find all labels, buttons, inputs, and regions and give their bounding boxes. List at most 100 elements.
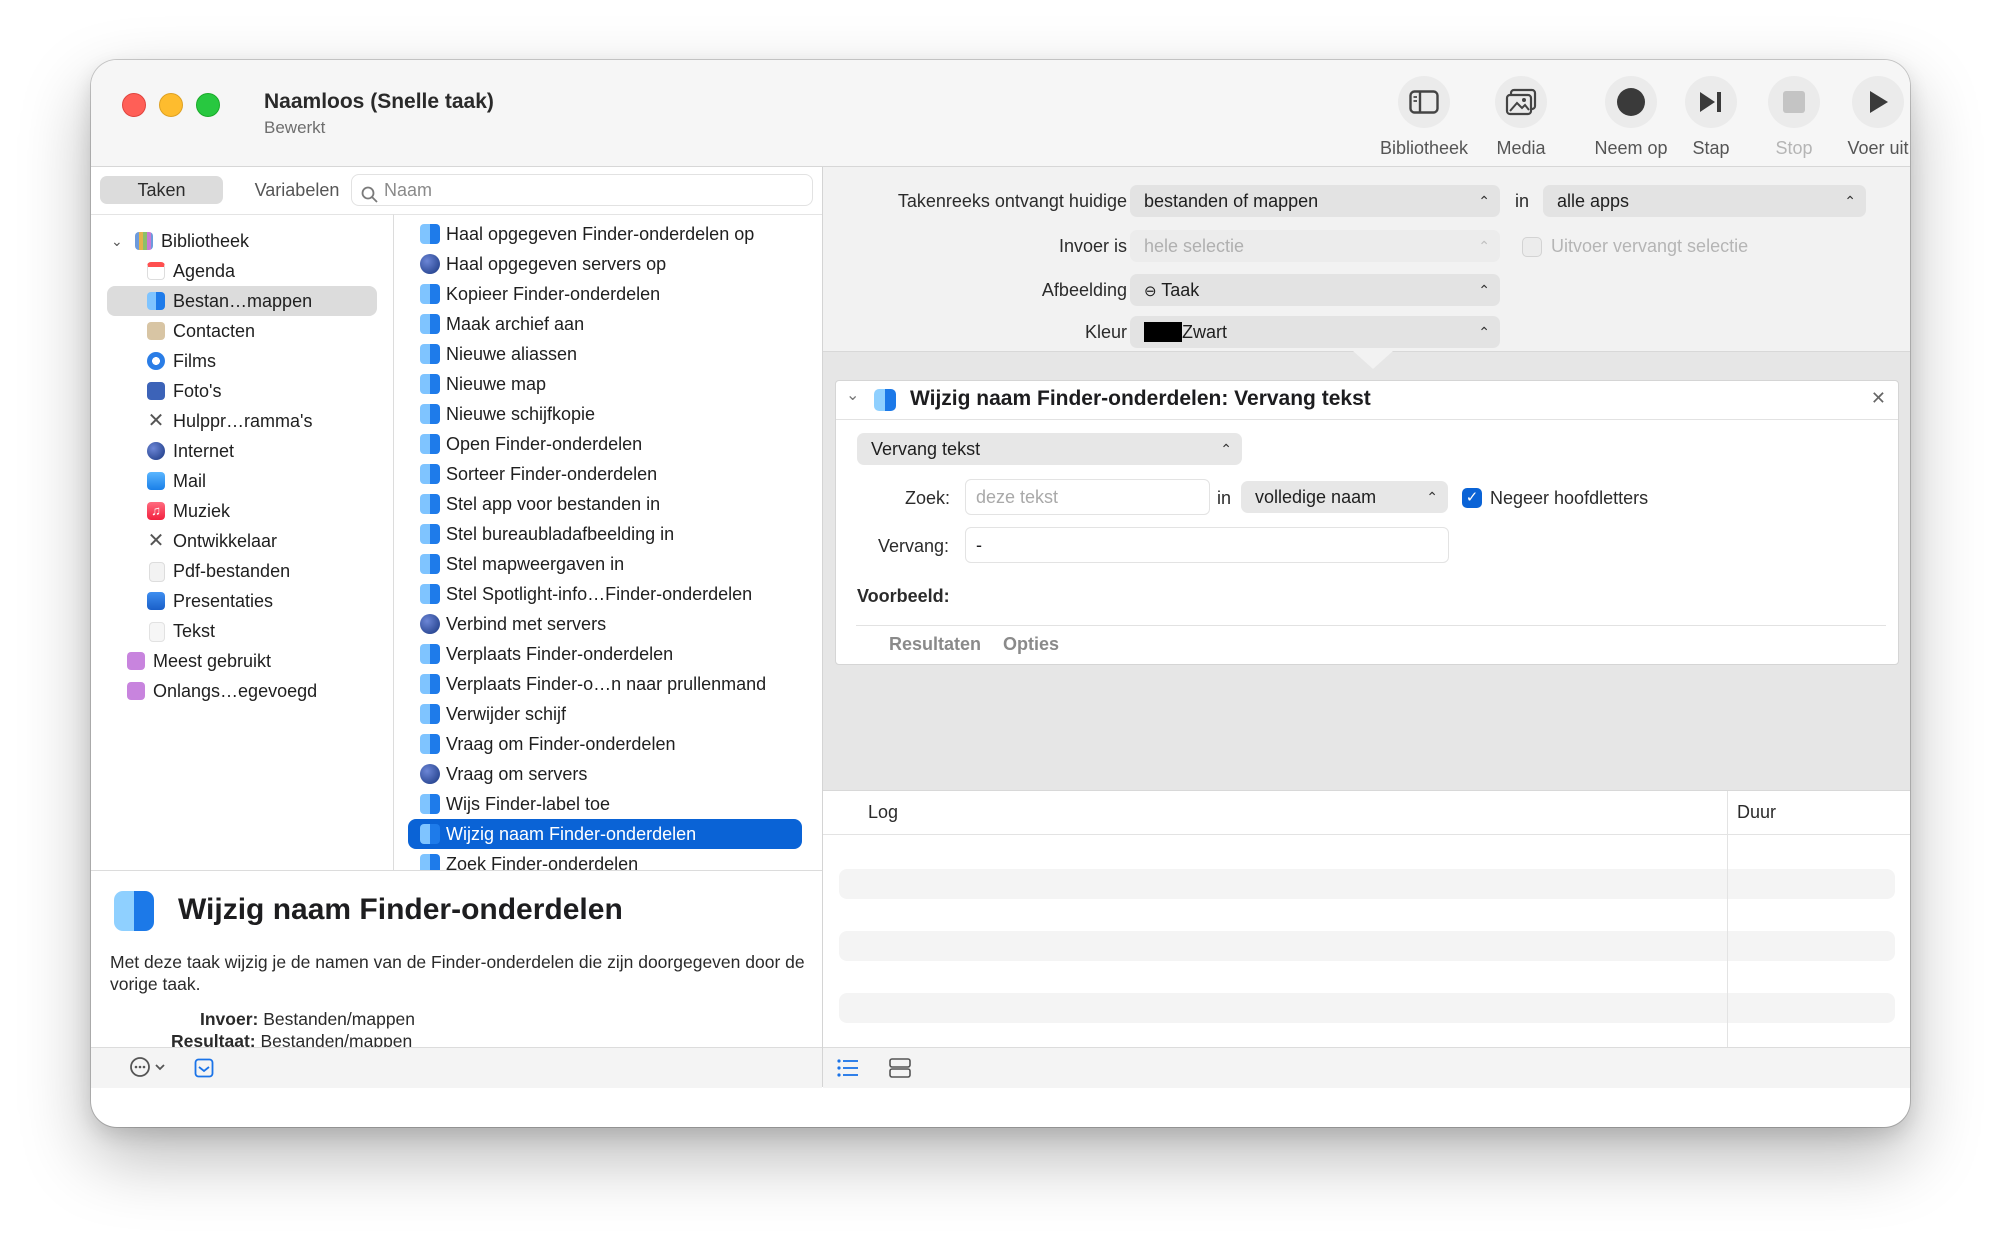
in-label: in: [1515, 191, 1530, 211]
calendar-icon: [147, 262, 165, 280]
list-item[interactable]: Verwijder schijf: [408, 699, 802, 729]
split-view-icon[interactable]: [889, 1058, 911, 1083]
finder-icon: [874, 389, 896, 411]
tab-variables[interactable]: Variabelen: [241, 176, 353, 204]
app-popup[interactable]: alle apps ⌃: [1543, 185, 1866, 217]
list-item-label: Verwijder schijf: [446, 704, 567, 724]
library-item-label: Pdf-bestanden: [173, 561, 291, 581]
scope-popup[interactable]: volledige naam ⌃: [1241, 481, 1448, 513]
list-item[interactable]: Wijs Finder-label toe: [408, 789, 802, 819]
list-item[interactable]: Verplaats Finder-onderdelen: [408, 639, 802, 669]
list-item[interactable]: Zoek Finder-onderdelen: [408, 849, 802, 870]
list-item[interactable]: Stel mapweergaven in: [408, 549, 802, 579]
list-item[interactable]: Vraag om servers: [408, 759, 802, 789]
minimize-window-button[interactable]: [159, 93, 183, 117]
list-item-label: Nieuwe schijfkopie: [446, 404, 596, 424]
chevron-down-icon[interactable]: ⌄: [111, 226, 123, 256]
list-item[interactable]: Verbind met servers: [408, 609, 802, 639]
smart-group-most-used[interactable]: Meest gebruikt: [107, 646, 377, 676]
library-item-calendar[interactable]: Agenda: [107, 256, 377, 286]
chevron-updown-icon: ⌃: [1478, 193, 1490, 209]
list-item[interactable]: Sorteer Finder-onderdelen: [408, 459, 802, 489]
tab-options[interactable]: Opties: [1003, 634, 1059, 655]
finder-icon: [420, 524, 440, 544]
finder-icon: [420, 734, 440, 754]
input-label: Invoer:: [200, 1009, 259, 1029]
more-options-icon[interactable]: [129, 1056, 169, 1083]
toolbar-stop-button[interactable]: Stop: [1754, 76, 1834, 159]
left-bottom-bar: [91, 1047, 822, 1088]
description-title: Wijzig naam Finder-onderdelen: [178, 893, 623, 926]
zoom-window-button[interactable]: [196, 93, 220, 117]
list-item[interactable]: Haal opgegeven servers op: [408, 249, 802, 279]
list-item-label: Stel mapweergaven in: [446, 554, 625, 574]
library-root-label: Bibliotheek: [161, 231, 250, 251]
library-item-music[interactable]: ♫ Muziek: [107, 496, 377, 526]
list-item[interactable]: Vraag om Finder-onderdelen: [408, 729, 802, 759]
library-list: ⌄ Bibliotheek Agenda Bestan…mappen Conta…: [91, 214, 394, 870]
library-item-utilities[interactable]: ✕ Hulppr…ramma's: [107, 406, 377, 436]
smart-group-recently-added[interactable]: Onlangs…egevoegd: [107, 676, 377, 706]
library-item-developer[interactable]: ✕ Ontwikkelaar: [107, 526, 377, 556]
toolbar-media-button[interactable]: Media: [1471, 76, 1571, 159]
window-title: Naamloos (Snelle taak): [264, 90, 494, 113]
replace-field[interactable]: -: [965, 527, 1449, 563]
list-item[interactable]: Nieuwe aliassen: [408, 339, 802, 369]
tab-actions[interactable]: Taken: [100, 176, 223, 204]
finder-icon: [420, 344, 440, 364]
find-label: Zoek:: [905, 488, 951, 508]
search-input[interactable]: Naam: [351, 174, 813, 206]
list-item[interactable]: Haal opgegeven Finder-onderdelen op: [408, 219, 802, 249]
list-item[interactable]: Maak archief aan: [408, 309, 802, 339]
replace-mode-popup[interactable]: Vervang tekst ⌃: [857, 433, 1242, 465]
library-item-pdf[interactable]: Pdf-bestanden: [107, 556, 377, 586]
library-item-presentations[interactable]: Presentaties: [107, 586, 377, 616]
list-item-label: Nieuwe map: [446, 374, 547, 394]
list-view-icon[interactable]: [837, 1059, 859, 1082]
duration-column-header[interactable]: Duur: [1737, 802, 1776, 823]
description-toggle-icon[interactable]: [194, 1058, 214, 1083]
list-item[interactable]: Open Finder-onderdelen: [408, 429, 802, 459]
tab-results[interactable]: Resultaten: [889, 634, 981, 655]
list-item-label: Nieuwe aliassen: [446, 344, 578, 364]
library-item-label: Tekst: [173, 621, 216, 641]
list-item[interactable]: Nieuwe map: [408, 369, 802, 399]
list-item[interactable]: Stel app voor bestanden in: [408, 489, 802, 519]
list-item-label: Verplaats Finder-o…n naar prullenmand: [446, 674, 767, 694]
library-item-label: Bestan…mappen: [173, 291, 313, 311]
library-item-contacts[interactable]: Contacten: [107, 316, 377, 346]
list-item[interactable]: Verplaats Finder-o…n naar prullenmand: [408, 669, 802, 699]
list-item-selected[interactable]: Wijzig naam Finder-onderdelen: [408, 819, 802, 849]
color-popup[interactable]: Zwart ⌃: [1130, 316, 1500, 348]
toolbar-run-button[interactable]: Voer uit: [1828, 76, 1910, 159]
replaces-selection-checkbox[interactable]: [1522, 237, 1542, 257]
library-root[interactable]: ⌄ Bibliotheek: [111, 226, 381, 256]
image-popup[interactable]: ⊖ Taak ⌃: [1130, 274, 1500, 306]
list-item[interactable]: Nieuwe schijfkopie: [408, 399, 802, 429]
library-item-text[interactable]: Tekst: [107, 616, 377, 646]
ignore-case-checkbox[interactable]: ✓: [1462, 488, 1482, 508]
toolbar-library-button[interactable]: Bibliotheek: [1359, 76, 1489, 159]
list-item[interactable]: Stel bureaubladafbeelding in: [408, 519, 802, 549]
library-item-internet[interactable]: Internet: [107, 436, 377, 466]
chevron-updown-icon: ⌃: [1220, 441, 1232, 457]
list-item[interactable]: Kopieer Finder-onderdelen: [408, 279, 802, 309]
find-field[interactable]: deze tekst: [965, 479, 1210, 515]
library-item-label: Internet: [173, 441, 235, 461]
finder-icon: [420, 704, 440, 724]
library-item-photos[interactable]: Foto's: [107, 376, 377, 406]
receives-popup[interactable]: bestanden of mappen ⌃: [1130, 185, 1500, 217]
library-item-movies[interactable]: Films: [107, 346, 377, 376]
close-window-button[interactable]: [122, 93, 146, 117]
disclosure-chevron-icon[interactable]: ⌄: [846, 385, 859, 405]
library-item-mail[interactable]: Mail: [107, 466, 377, 496]
list-item[interactable]: Stel Spotlight-info…Finder-onderdelen: [408, 579, 802, 609]
input-is-popup[interactable]: hele selectie ⌃: [1130, 230, 1500, 262]
library-item-files-folders[interactable]: Bestan…mappen: [107, 286, 377, 316]
color-label: Kleur: [1084, 322, 1127, 342]
close-icon[interactable]: ✕: [1871, 388, 1886, 409]
music-icon: ♫: [147, 502, 165, 520]
toolbar-step-button[interactable]: Stap: [1661, 76, 1761, 159]
result-label: Resultaat:: [171, 1031, 256, 1047]
log-column-header[interactable]: Log: [868, 802, 898, 823]
